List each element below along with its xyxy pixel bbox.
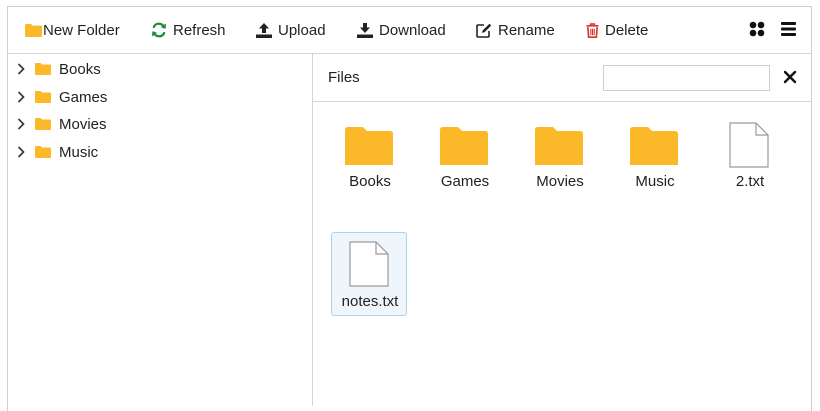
search-input[interactable] [603,65,770,91]
file-item-games[interactable]: Games [426,118,502,202]
chevron-right-icon[interactable] [17,63,27,75]
folder-icon [617,127,691,165]
list-view-button[interactable] [781,21,799,39]
files-pane: Files Books Games Movies Music 2.txt not… [313,54,811,406]
toolbar: New Folder Refresh Upload Download Renam… [8,7,811,54]
file-item-books[interactable]: Books [331,118,407,202]
file-manager: New Folder Refresh Upload Download Renam… [7,6,812,411]
trash-icon [586,22,599,38]
file-item-label: 2.txt [735,173,765,190]
delete-button[interactable]: Delete [586,7,648,53]
grid-view-icon [749,21,765,37]
close-button[interactable] [783,70,797,84]
file-item-2-txt[interactable]: 2.txt [711,118,787,202]
folder-icon [35,118,51,130]
new-folder-button[interactable]: New Folder [25,7,120,53]
list-view-icon [781,22,796,36]
new-folder-label: New Folder [43,21,120,39]
delete-label: Delete [605,21,649,39]
tree-item-music[interactable]: Music [8,139,98,165]
file-icon [332,241,406,287]
refresh-label: Refresh [173,21,226,39]
file-item-label: notes.txt [341,293,399,310]
refresh-button[interactable]: Refresh [151,7,226,53]
folder-icon [35,146,51,158]
edit-icon [476,23,492,38]
tree-item-label: Books [59,60,101,78]
file-item-label: Books [349,173,391,190]
tree-item-label: Movies [59,115,107,133]
upload-button[interactable]: Upload [256,7,326,53]
tree-item-label: Games [59,88,108,106]
upload-icon [256,22,272,38]
tree-item-books[interactable]: Books [8,56,101,82]
file-item-music[interactable]: Music [616,118,692,202]
files-title: Files [328,69,360,86]
folder-icon [332,127,406,165]
rename-button[interactable]: Rename [476,7,555,53]
tree-item-games[interactable]: Games [8,84,107,110]
folder-icon [25,23,42,37]
folder-tree: Books Games Movies Music [8,54,313,406]
file-item-label: Games [440,173,490,190]
tree-item-movies[interactable]: Movies [8,111,107,137]
file-item-movies[interactable]: Movies [521,118,597,202]
refresh-icon [152,22,166,38]
chevron-right-icon[interactable] [17,118,27,130]
folder-icon [522,127,596,165]
folder-icon [35,91,51,103]
chevron-right-icon[interactable] [17,146,27,158]
grid-view-button[interactable] [749,21,767,39]
files-header: Files [313,54,811,102]
file-item-label: Music [635,173,675,190]
close-icon [783,70,797,84]
download-label: Download [379,21,446,39]
chevron-right-icon[interactable] [17,91,27,103]
tree-item-label: Music [59,143,99,161]
upload-label: Upload [278,21,326,39]
folder-icon [427,127,501,165]
rename-label: Rename [498,21,555,39]
download-icon [357,22,373,38]
folder-icon [35,63,51,75]
file-item-notes-txt[interactable]: notes.txt [331,232,407,316]
file-item-label: Movies [536,173,584,190]
file-icon [712,122,786,168]
download-button[interactable]: Download [357,7,446,53]
